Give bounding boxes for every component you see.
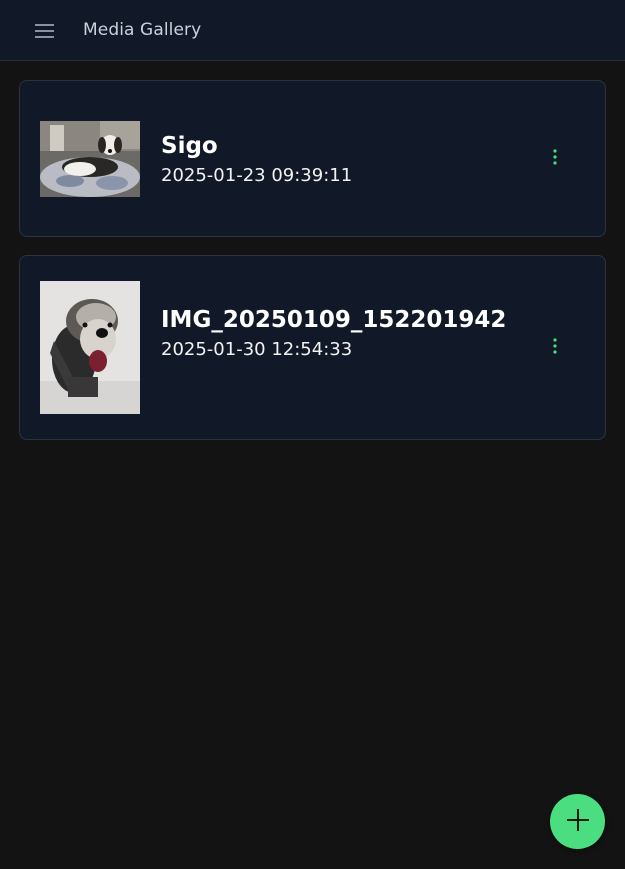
media-date: 2025-01-23 09:39:11 [161, 165, 353, 186]
more-vertical-icon [553, 149, 557, 169]
media-list: Sigo 2025-01-23 09:39:11 IMG_20250109_15… [19, 80, 606, 440]
top-app-bar: Media Gallery [0, 0, 625, 61]
app-title: Media Gallery [83, 20, 202, 40]
media-date: 2025-01-30 12:54:33 [161, 339, 353, 360]
media-title: IMG_20250109_152201942 [161, 307, 507, 333]
media-card[interactable]: IMG_20250109_152201942 2025-01-30 12:54:… [19, 255, 606, 440]
media-card[interactable]: Sigo 2025-01-23 09:39:11 [19, 80, 606, 237]
media-gallery-app: Media Gallery Sigo 2025-01-23 09:39:11 I… [0, 0, 625, 869]
menu-button[interactable] [27, 16, 63, 46]
add-media-button[interactable] [550, 794, 605, 849]
hamburger-menu-icon [35, 23, 55, 39]
media-meta: IMG_20250109_152201942 2025-01-30 12:54:… [161, 306, 506, 362]
plus-icon [566, 808, 589, 835]
media-thumbnail[interactable] [40, 281, 140, 414]
more-options-button[interactable] [541, 334, 569, 362]
media-title: Sigo [161, 133, 218, 159]
media-meta: Sigo 2025-01-23 09:39:11 [161, 132, 352, 188]
more-vertical-icon [553, 338, 557, 358]
more-options-button[interactable] [541, 145, 569, 173]
media-thumbnail[interactable] [40, 121, 140, 197]
